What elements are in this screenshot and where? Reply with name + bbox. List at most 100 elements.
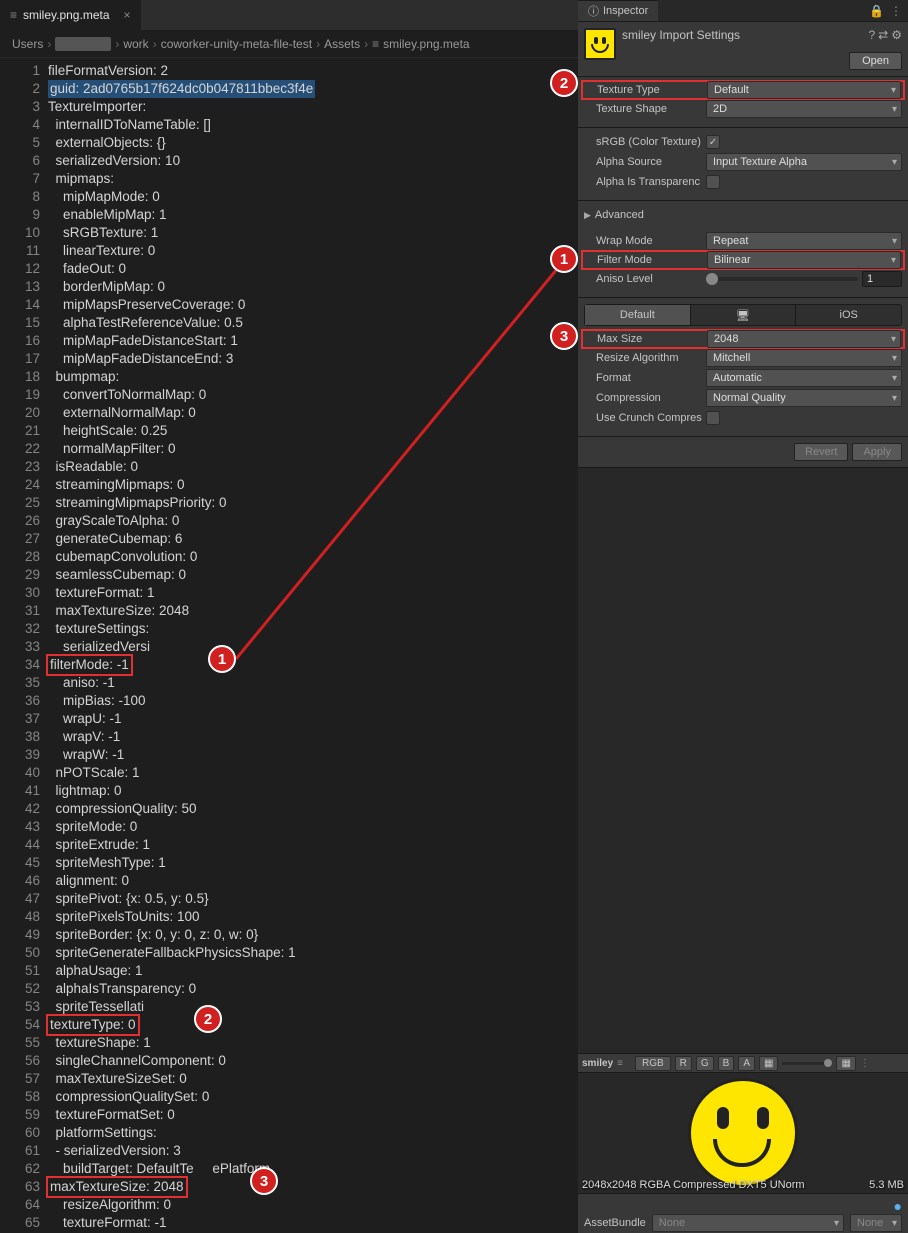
texture-shape-row: Texture Shape 2D▾: [582, 99, 904, 119]
filter-mode-label: Filter Mode: [585, 254, 707, 266]
wrap-section: ▶ Advanced Wrap Mode Repeat▾ Filter Mode…: [578, 201, 908, 298]
texture-type-dropdown[interactable]: Default▾: [707, 81, 901, 99]
asset-bundle-label: AssetBundle: [584, 1217, 646, 1229]
crumb[interactable]: coworker-unity-meta-file-test: [161, 37, 312, 51]
fold-icon[interactable]: ▶: [584, 210, 591, 221]
max-size-row: Max Size 2048▾: [581, 329, 905, 349]
aniso-slider[interactable]: [706, 271, 902, 287]
code-content[interactable]: fileFormatVersion: 2guid: 2ad0765b17f624…: [48, 58, 578, 1233]
srgb-checkbox[interactable]: ✓: [706, 135, 720, 149]
alpha-section: sRGB (Color Texture) ✓ Alpha Source Inpu…: [578, 128, 908, 201]
asset-title: smiley Import Settings: [622, 28, 740, 42]
preset-icon[interactable]: ⇄: [878, 28, 888, 42]
platform-tab-ios[interactable]: iOS: [796, 305, 901, 325]
format-dropdown[interactable]: Automatic▾: [706, 369, 902, 387]
inspector-pane: ⓘ Inspector 🔒 ⋮ smiley Import Settings ?…: [578, 0, 908, 1233]
wrap-mode-label: Wrap Mode: [584, 235, 706, 247]
line-gutter: 1234567891011121314151617181920212223242…: [0, 58, 48, 1233]
max-size-dropdown[interactable]: 2048▾: [707, 330, 901, 348]
file-icon: ≡: [10, 8, 17, 22]
apply-button[interactable]: Apply: [852, 443, 902, 461]
alpha-trans-checkbox[interactable]: [706, 175, 720, 189]
crumb-redacted: [55, 37, 111, 51]
close-icon[interactable]: ×: [124, 8, 131, 22]
gear-icon[interactable]: ⚙: [891, 28, 902, 42]
resize-algo-dropdown[interactable]: Mitchell▾: [706, 349, 902, 367]
annotation-circle-3: 3: [250, 1167, 278, 1195]
texture-type-label: Texture Type: [585, 84, 707, 96]
crumb[interactable]: Assets: [324, 37, 360, 51]
smiley-preview-icon: [688, 1078, 798, 1188]
code-area[interactable]: 1234567891011121314151617181920212223242…: [0, 58, 578, 1233]
crumb[interactable]: Users: [12, 37, 43, 51]
texture-shape-dropdown[interactable]: 2D▾: [706, 100, 902, 118]
platform-section: Default 🖥 iOS Max Size 2048▾ Resize Algo…: [578, 298, 908, 437]
monitor-icon: 🖥: [736, 309, 750, 322]
inspector-tab[interactable]: ⓘ Inspector: [578, 0, 658, 21]
srgb-label: sRGB (Color Texture): [584, 136, 706, 148]
annotation-circle-2: 2: [194, 1005, 222, 1033]
alpha-trans-label: Alpha Is Transparenc: [584, 176, 706, 188]
mip-slider[interactable]: [782, 1062, 832, 1065]
annotation-circle-2-insp: 2: [550, 69, 578, 97]
drag-handle-icon[interactable]: ≡: [617, 1058, 623, 1069]
editor-tab-bar: ≡ smiley.png.meta ×: [0, 0, 578, 30]
texture-shape-label: Texture Shape: [584, 103, 706, 115]
preview-image: 2048x2048 RGBA Compressed DXT5 UNorm 5.3…: [578, 1073, 908, 1193]
a-button[interactable]: A: [738, 1056, 755, 1071]
editor-tab[interactable]: ≡ smiley.png.meta ×: [0, 0, 141, 30]
preview-info-left: 2048x2048 RGBA Compressed DXT5 UNorm: [582, 1179, 805, 1191]
compression-label: Compression: [584, 392, 706, 404]
preview-name: smiley: [582, 1058, 613, 1069]
annotation-circle-1-insp: 1: [550, 245, 578, 273]
g-button[interactable]: G: [696, 1056, 714, 1071]
aniso-label: Aniso Level: [584, 273, 706, 285]
menu-icon[interactable]: ⋮: [860, 1058, 870, 1069]
resize-algo-label: Resize Algorithm: [584, 352, 706, 364]
asset-bundle-variant-dropdown[interactable]: None▾: [850, 1214, 902, 1232]
menu-icon[interactable]: ⋮: [890, 4, 902, 18]
max-size-label: Max Size: [585, 333, 707, 345]
aniso-input[interactable]: [862, 271, 902, 287]
help-icon[interactable]: ?: [868, 28, 875, 42]
inspector-header: smiley Import Settings ? ⇄ ⚙ Open: [578, 22, 908, 77]
wrap-mode-dropdown[interactable]: Repeat▾: [706, 232, 902, 250]
platform-tabs: Default 🖥 iOS: [584, 304, 902, 326]
breadcrumb: Users› › work› coworker-unity-meta-file-…: [0, 30, 578, 58]
mip-end-icon[interactable]: ▦: [836, 1056, 855, 1071]
format-label: Format: [584, 372, 706, 384]
inspector-footer: Revert Apply: [578, 437, 908, 468]
mip-icon[interactable]: ▦: [759, 1056, 778, 1071]
asset-bundle-dropdown[interactable]: None▾: [652, 1214, 844, 1232]
annotation-circle-3-insp: 3: [550, 322, 578, 350]
compression-dropdown[interactable]: Normal Quality▾: [706, 389, 902, 407]
revert-button[interactable]: Revert: [794, 443, 848, 461]
crunch-label: Use Crunch Compres: [584, 412, 706, 424]
asset-thumbnail-icon: [584, 28, 616, 60]
crumb[interactable]: smiley.png.meta: [383, 37, 469, 51]
filter-mode-row: Filter Mode Bilinear▾: [581, 250, 905, 270]
inspector-tab-label: Inspector: [603, 5, 648, 17]
r-button[interactable]: R: [675, 1056, 692, 1071]
filter-mode-dropdown[interactable]: Bilinear▾: [707, 251, 901, 269]
b-button[interactable]: B: [718, 1056, 735, 1071]
lock-icon[interactable]: 🔒: [869, 4, 884, 18]
crunch-checkbox[interactable]: [706, 411, 720, 425]
editor-pane: ≡ smiley.png.meta × Users› › work› cowor…: [0, 0, 578, 1233]
preview-area: smiley ≡ RGB R G B A ▦ ▦ ⋮ 2048x2048 RGB…: [578, 468, 908, 1233]
texture-type-section: Texture Type Default▾ Texture Shape 2D▾ …: [578, 77, 908, 128]
platform-tab-standalone[interactable]: 🖥: [691, 305, 797, 325]
preview-info-right: 5.3 MB: [869, 1179, 904, 1191]
tab-title: smiley.png.meta: [23, 8, 109, 22]
rgb-button[interactable]: RGB: [635, 1056, 671, 1071]
alpha-source-dropdown[interactable]: Input Texture Alpha▾: [706, 153, 902, 171]
advanced-label[interactable]: Advanced: [595, 209, 644, 221]
texture-type-row: Texture Type Default▾: [581, 80, 905, 100]
crumb[interactable]: work: [123, 37, 148, 51]
cloud-icon[interactable]: ●: [894, 1198, 902, 1214]
annotation-circle-1: 1: [208, 645, 236, 673]
open-button[interactable]: Open: [849, 52, 902, 70]
platform-tab-default[interactable]: Default: [585, 305, 691, 325]
inspector-tab-bar: ⓘ Inspector 🔒 ⋮: [578, 0, 908, 22]
preview-toolbar: smiley ≡ RGB R G B A ▦ ▦ ⋮: [578, 1053, 908, 1073]
